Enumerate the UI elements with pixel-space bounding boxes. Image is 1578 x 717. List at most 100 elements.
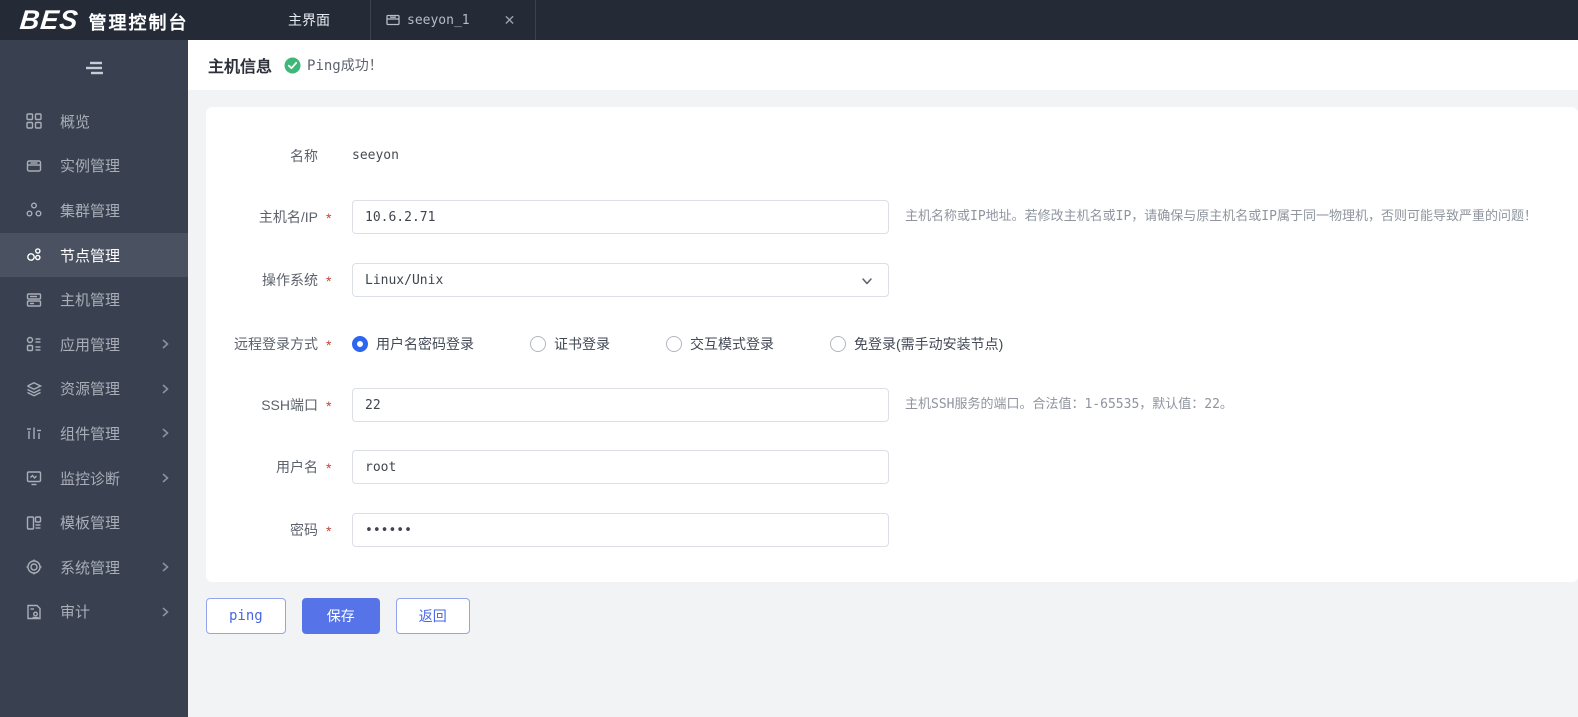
os-selected-value: Linux/Unix: [365, 272, 444, 288]
topbar: BES 管理控制台 主界面 seeyon_1 ✕: [0, 0, 1578, 40]
sidebar-item-components[interactable]: 组件管理: [0, 411, 188, 456]
host-label: 主机名/IP: [258, 209, 318, 225]
radio-unselected-icon: [830, 336, 846, 352]
host-hint: 主机名称或IP地址。若修改主机名或IP，请确保与原主机名或IP属于同一物理机，否…: [905, 209, 1537, 224]
ssh-port-hint: 主机SSH服务的端口。合法值：1-65535，默认值：22。: [905, 397, 1233, 412]
sidebar-item-label: 实例管理: [60, 158, 121, 176]
radio-interactive-login[interactable]: 交互模式登录: [666, 334, 774, 354]
required-mark: *: [326, 523, 332, 539]
instance-icon: [25, 157, 43, 175]
sidebar-item-clusters[interactable]: 集群管理: [0, 188, 188, 233]
sidebar-item-label: 主机管理: [60, 292, 121, 310]
cluster-icon: [25, 201, 43, 219]
chevron-right-icon: [160, 427, 170, 439]
sidebar-item-label: 审计: [60, 604, 91, 622]
radio-password-login[interactable]: 用户名密码登录: [352, 334, 474, 354]
sidebar-item-label: 概览: [60, 113, 91, 131]
save-button[interactable]: 保存: [301, 598, 380, 634]
chevron-right-icon: [160, 561, 170, 573]
password-label: 密码: [290, 522, 318, 538]
radio-certificate-login[interactable]: 证书登录: [530, 334, 610, 354]
resource-icon: [25, 380, 43, 398]
app-icon: [25, 335, 43, 353]
overview-icon: [25, 112, 43, 130]
chevron-down-icon: [860, 274, 874, 291]
sidebar-collapse-button[interactable]: [0, 40, 188, 96]
password-input[interactable]: [352, 513, 889, 547]
node-icon: [25, 246, 43, 264]
os-select[interactable]: Linux/Unix: [352, 263, 889, 297]
username-label: 用户名: [276, 459, 318, 475]
radio-unselected-icon: [666, 336, 682, 352]
login-mode-radio-group: 用户名密码登录 证书登录 交互模式登录 免登录(需手动安装节点): [352, 327, 1003, 361]
template-icon: [25, 514, 43, 532]
monitor-icon: [25, 469, 43, 487]
host-ip-input[interactable]: [352, 200, 889, 234]
sidebar-item-templates[interactable]: 模板管理: [0, 500, 188, 545]
server-box-icon: [385, 12, 401, 28]
component-icon: [25, 424, 43, 442]
ping-button[interactable]: ping: [206, 598, 286, 634]
ping-status: Ping成功！: [284, 55, 383, 75]
audit-icon: [25, 603, 43, 621]
ssh-port-label: SSH端口: [261, 397, 318, 413]
tab-close-icon[interactable]: ✕: [498, 12, 522, 29]
chevron-right-icon: [160, 383, 170, 395]
logo-suffix-text: 管理控制台: [88, 12, 189, 33]
tab-divider: [535, 0, 537, 40]
os-label: 操作系统: [262, 272, 318, 288]
tab-main[interactable]: 主界面: [268, 0, 370, 40]
chevron-right-icon: [160, 606, 170, 618]
radio-no-login[interactable]: 免登录(需手动安装节点): [830, 334, 1003, 354]
tab-instance-seeyon[interactable]: seeyon_1 ✕: [371, 0, 535, 40]
system-gear-icon: [25, 558, 43, 576]
sidebar-item-label: 模板管理: [60, 515, 121, 533]
form-row-username: 用户名 *: [206, 450, 1578, 484]
sidebar-item-monitoring[interactable]: 监控诊断: [0, 456, 188, 501]
page-header: 主机信息 Ping成功！: [188, 40, 1578, 90]
sidebar-item-label: 节点管理: [60, 247, 121, 265]
username-input[interactable]: [352, 450, 889, 484]
sidebar-item-system[interactable]: 系统管理: [0, 545, 188, 590]
form-row-ssh-port: SSH端口 * 主机SSH服务的端口。合法值：1-65535，默认值：22。: [206, 388, 1578, 422]
form-row-name: 名称 seeyon: [206, 139, 1578, 173]
app-logo: BES 管理控制台: [0, 5, 268, 36]
required-mark: *: [326, 398, 332, 414]
sidebar-item-instances[interactable]: 实例管理: [0, 144, 188, 189]
host-info-panel: 名称 seeyon 主机名/IP * 主机名称或IP地址。若修改主机名或IP，请…: [206, 107, 1578, 582]
sidebar-item-applications[interactable]: 应用管理: [0, 322, 188, 367]
sidebar-item-label: 集群管理: [60, 202, 121, 220]
sidebar-item-resources[interactable]: 资源管理: [0, 367, 188, 412]
ssh-port-input[interactable]: [352, 388, 889, 422]
ping-status-text: Ping成功！: [307, 58, 383, 74]
sidebar-item-audit[interactable]: 审计: [0, 590, 188, 635]
name-value: seeyon: [352, 148, 399, 163]
radio-unselected-icon: [530, 336, 546, 352]
login-mode-label: 远程登录方式: [234, 336, 318, 352]
form-row-login-mode: 远程登录方式 * 用户名密码登录 证书登录 交互模式登录 免登录(需手动安装节点: [206, 327, 1578, 361]
sidebar-item-label: 资源管理: [60, 381, 121, 399]
sidebar-menu: 概览 实例管理 集群管理 节点管理 主机管理 应用管理 资源管理 组件管理 监控…: [0, 96, 188, 634]
action-buttons: ping 保存 返回: [206, 598, 470, 634]
sidebar-item-hosts[interactable]: 主机管理: [0, 277, 188, 322]
required-mark: *: [326, 210, 332, 226]
radio-selected-icon: [352, 336, 368, 352]
form-row-os: 操作系统 * Linux/Unix: [206, 263, 1578, 297]
required-mark: *: [326, 273, 332, 289]
form-row-password: 密码 *: [206, 513, 1578, 547]
form-row-host: 主机名/IP * 主机名称或IP地址。若修改主机名或IP，请确保与原主机名或IP…: [206, 200, 1578, 234]
success-check-icon: [284, 57, 301, 74]
tab-instance-label: seeyon_1: [407, 12, 470, 28]
page-title: 主机信息: [208, 59, 273, 76]
sidebar-item-label: 监控诊断: [60, 470, 121, 488]
sidebar-item-nodes[interactable]: 节点管理: [0, 232, 188, 278]
back-button[interactable]: 返回: [395, 598, 470, 634]
sidebar-item-label: 组件管理: [60, 425, 121, 443]
collapse-menu-icon: [82, 59, 106, 77]
sidebar-item-label: 应用管理: [60, 336, 121, 354]
sidebar-item-overview[interactable]: 概览: [0, 99, 188, 144]
chevron-right-icon: [160, 472, 170, 484]
host-icon: [25, 291, 43, 309]
sidebar: 概览 实例管理 集群管理 节点管理 主机管理 应用管理 资源管理 组件管理 监控…: [0, 40, 188, 717]
required-mark: *: [326, 337, 332, 353]
